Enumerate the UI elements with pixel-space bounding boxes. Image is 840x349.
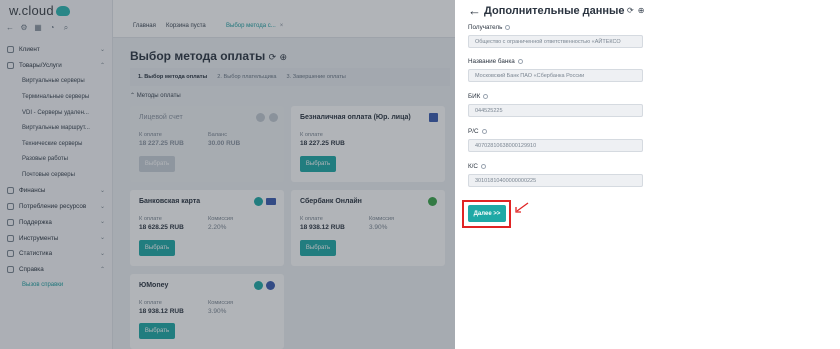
title-icons: ⟳ ⊕ bbox=[627, 6, 644, 15]
bik-field[interactable]: 044525225 bbox=[468, 104, 643, 117]
panel-title: Дополнительные данные bbox=[484, 5, 625, 17]
bik-label: БИК bbox=[468, 93, 489, 100]
info-icon[interactable] bbox=[517, 59, 523, 64]
globe-icon[interactable]: ⊕ bbox=[638, 6, 645, 15]
annotation-arrow-icon bbox=[515, 202, 529, 213]
correspondent-account-label: К/С bbox=[468, 163, 486, 170]
back-arrow-icon[interactable]: ← bbox=[468, 3, 481, 18]
payment-app-background: w.cloud ← ⚙ ▦ ◔ ⌕ Клиент ⌄ Товары/Услуги ⌃… bbox=[0, 0, 455, 349]
additional-data-panel: ← Дополнительные данные ⟳ ⊕ Получатель О… bbox=[455, 0, 840, 349]
settlement-account-label-text: Р/С bbox=[468, 128, 479, 135]
info-icon[interactable] bbox=[483, 94, 489, 99]
recipient-label: Получатель bbox=[468, 24, 511, 31]
info-icon[interactable] bbox=[480, 164, 486, 169]
correspondent-account-field[interactable]: 30101810400000000225 bbox=[468, 174, 643, 187]
next-button[interactable]: Далее >> bbox=[468, 205, 506, 222]
info-icon[interactable] bbox=[505, 25, 511, 30]
settlement-account-field[interactable]: 40702810638000129910 bbox=[468, 139, 643, 152]
info-icon[interactable] bbox=[481, 129, 487, 134]
bank-name-field[interactable]: Московский Банк ПАО «Сбербанка России bbox=[468, 69, 643, 82]
bik-label-text: БИК bbox=[468, 93, 481, 100]
correspondent-account-label-text: К/С bbox=[468, 163, 478, 170]
modal-backdrop[interactable] bbox=[0, 0, 455, 349]
bank-name-label: Название банка bbox=[468, 58, 523, 65]
recipient-field[interactable]: Общество с ограниченной ответственностью… bbox=[468, 35, 643, 48]
bank-name-label-text: Название банка bbox=[468, 58, 515, 65]
recipient-label-text: Получатель bbox=[468, 24, 503, 31]
refresh-icon[interactable]: ⟳ bbox=[627, 6, 634, 15]
settlement-account-label: Р/С bbox=[468, 128, 487, 135]
